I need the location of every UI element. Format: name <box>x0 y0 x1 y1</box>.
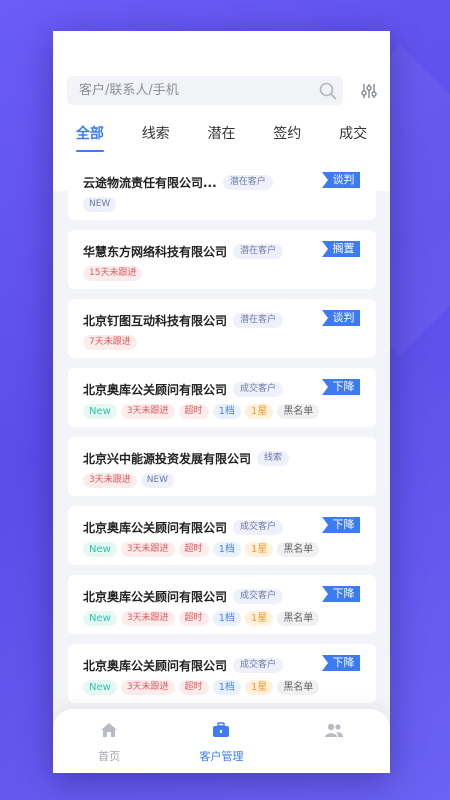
tag-overdue: 超时 <box>178 611 209 626</box>
customer-name: 华慧东方网络科技有限公司 <box>83 244 228 259</box>
tag-new: New <box>83 542 117 557</box>
tag-followup: 3天未跟进 <box>120 611 175 626</box>
tag-level: 1档 <box>212 611 241 626</box>
customer-name: 北京兴中能源投资发展有限公司 <box>83 451 252 466</box>
search-bar[interactable] <box>67 76 343 105</box>
stage-badge: 成交客户 <box>233 588 284 604</box>
tag-followup: 7天未跟进 <box>83 335 137 350</box>
tag-star: 1星 <box>244 542 274 557</box>
stage-badge: 成交客户 <box>233 519 284 535</box>
tag-overdue: 超时 <box>178 404 209 419</box>
tab-all[interactable]: 全部 <box>75 123 104 157</box>
tag-blacklist: 黑名单 <box>277 680 320 695</box>
customer-card[interactable]: 北京钉图互动科技有限公司 潜在客户 谈判 7天未跟进 <box>68 299 376 358</box>
tag-blacklist: 黑名单 <box>277 611 320 626</box>
tag-new: New <box>83 404 117 419</box>
tag-level: 1档 <box>212 404 241 419</box>
stage-badge: 成交客户 <box>233 657 284 673</box>
briefcase-icon <box>212 722 230 742</box>
tag-blacklist: 黑名单 <box>277 542 320 557</box>
tag-star: 1星 <box>244 404 274 419</box>
nav-label: 客户管理 <box>199 750 244 763</box>
customer-name: 北京奥库公关顾问有限公司 <box>83 589 228 604</box>
category-tabs: 全部 线索 潜在 签约 成交 <box>53 123 390 157</box>
customer-card[interactable]: 北京奥库公关顾问有限公司 成交客户 下降 New 3天未跟进 超时 1档 1星 … <box>68 506 376 565</box>
bottom-navigation: 首页 客户管理 <box>53 709 390 773</box>
tag-blacklist: 黑名单 <box>277 404 320 419</box>
nav-label: 首页 <box>98 750 121 763</box>
customer-card[interactable]: 云途物流责任有限公司... 潜在客户 谈判 NEW <box>68 161 376 220</box>
home-icon <box>100 722 118 742</box>
nav-home[interactable]: 首页 <box>64 722 154 773</box>
customer-name: 北京奥库公关顾问有限公司 <box>83 382 228 397</box>
tab-potential[interactable]: 潜在 <box>207 123 235 157</box>
tab-leads[interactable]: 线索 <box>142 123 170 157</box>
customer-name: 云途物流责任有限公司... <box>83 175 217 190</box>
tag-followup: 15天未跟进 <box>83 266 143 281</box>
stage-badge: 成交客户 <box>233 381 284 397</box>
tag-followup: 3天未跟进 <box>120 404 175 419</box>
tag-star: 1星 <box>244 611 274 626</box>
app-screen: 全部 线索 潜在 签约 成交 云途物流责任有限公司... 潜在客户 谈判 NEW… <box>53 31 390 773</box>
stage-badge: 潜在客户 <box>233 243 284 259</box>
stage-badge: 潜在客户 <box>222 174 273 190</box>
customer-card[interactable]: 北京兴中能源投资发展有限公司 线索 3天未跟进 NEW <box>68 437 376 496</box>
nav-contacts[interactable] <box>289 722 379 773</box>
tag-overdue: 超时 <box>178 680 209 695</box>
stage-badge: 线索 <box>257 450 290 466</box>
customer-name: 北京奥库公关顾问有限公司 <box>83 520 228 535</box>
search-icon[interactable] <box>313 76 343 105</box>
tag-new: New <box>83 611 117 626</box>
tag-followup: 3天未跟进 <box>120 680 175 695</box>
tag-followup: 3天未跟进 <box>83 473 137 488</box>
contacts-icon <box>324 722 344 742</box>
nav-customer-management[interactable]: 客户管理 <box>176 722 266 773</box>
tag-overdue: 超时 <box>178 542 209 557</box>
tag-level: 1档 <box>212 542 241 557</box>
stage-badge: 潜在客户 <box>233 312 284 328</box>
customer-card[interactable]: 北京奥库公关顾问有限公司 成交客户 下降 New 3天未跟进 超时 1档 1星 … <box>68 368 376 427</box>
tab-signed[interactable]: 签约 <box>273 123 301 157</box>
tag-new: NEW <box>83 197 117 212</box>
tag-star: 1星 <box>244 680 274 695</box>
customer-name: 北京奥库公关顾问有限公司 <box>83 658 228 673</box>
customer-name: 北京钉图互动科技有限公司 <box>83 313 228 328</box>
customer-card[interactable]: 华慧东方网络科技有限公司 潜在客户 搁置 15天未跟进 <box>68 230 376 289</box>
customer-card[interactable]: 北京奥库公关顾问有限公司 成交客户 下降 New 3天未跟进 超时 1档 1星 … <box>68 644 376 703</box>
filter-icon[interactable] <box>360 82 378 100</box>
tag-new: NEW <box>140 473 175 488</box>
tag-new: New <box>83 680 117 695</box>
tag-followup: 3天未跟进 <box>120 542 175 557</box>
customer-card[interactable]: 北京奥库公关顾问有限公司 成交客户 下降 New 3天未跟进 超时 1档 1星 … <box>68 575 376 634</box>
tab-closed[interactable]: 成交 <box>339 123 367 157</box>
tag-level: 1档 <box>212 680 241 695</box>
customer-list: 云途物流责任有限公司... 潜在客户 谈判 NEW 华慧东方网络科技有限公司 潜… <box>68 161 376 713</box>
search-input[interactable] <box>79 83 313 98</box>
